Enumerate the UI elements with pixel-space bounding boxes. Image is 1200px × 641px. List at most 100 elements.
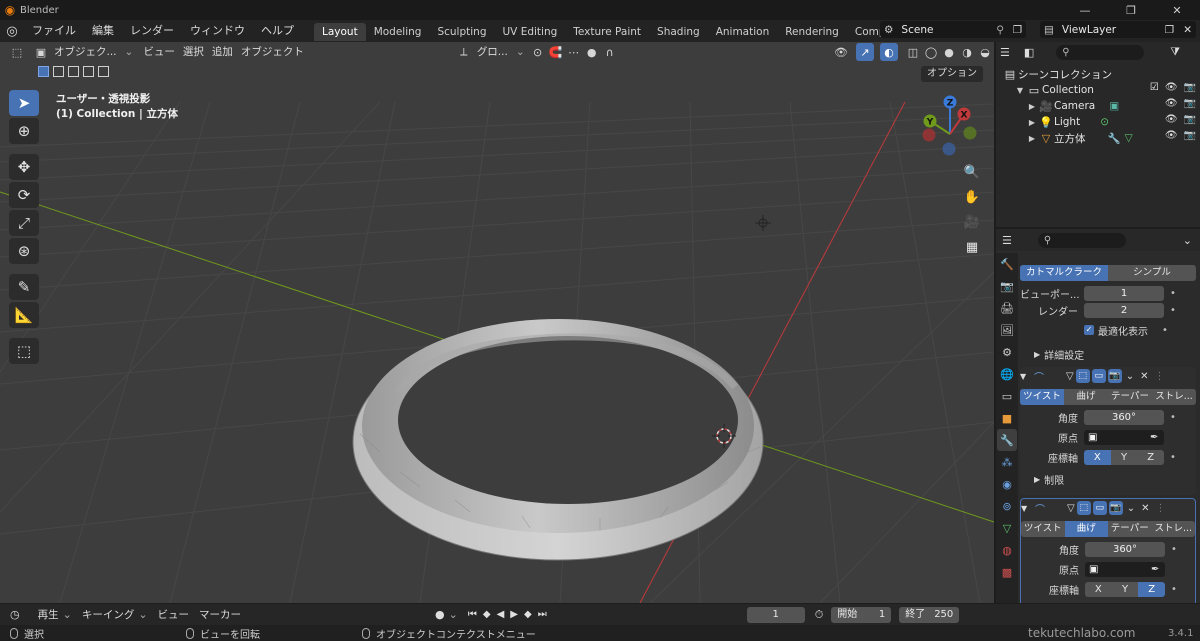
eye-icon[interactable]: 👁 [1165, 114, 1178, 125]
animate-dot-icon[interactable]: • [1170, 452, 1176, 463]
camera-render-icon[interactable]: 📷 [1184, 114, 1196, 125]
keying-menu[interactable]: キーイング [78, 606, 139, 624]
maximize-button[interactable]: ❐ [1108, 0, 1154, 20]
cursor-tool-icon[interactable]: ⊕ [9, 118, 39, 144]
twist-option[interactable]: ツイスト [1021, 521, 1065, 537]
animate-dot-icon[interactable]: • [1170, 305, 1176, 316]
play-reverse-icon[interactable]: ◀ [497, 609, 505, 620]
menu-file[interactable]: ファイル [24, 20, 84, 42]
data-tab-icon[interactable]: ▽ [997, 517, 1017, 539]
scale-tool-icon[interactable]: ⤢ [9, 210, 39, 236]
tab-rendering[interactable]: Rendering [777, 23, 847, 41]
deform-axis-toggle[interactable]: X Y Z [1084, 449, 1164, 465]
stopwatch-icon[interactable]: ⏱ [815, 608, 824, 622]
world-tab-icon[interactable]: 🌐 [997, 363, 1017, 385]
eye-icon[interactable]: 👁 [1165, 82, 1178, 93]
collapse-arrow-icon[interactable]: ▼ [1020, 372, 1034, 381]
transform-orientation-dropdown[interactable]: グロ... [473, 43, 512, 61]
shading-solid-icon[interactable]: ● [940, 43, 958, 61]
modifier-tab-icon[interactable]: 🔧 [997, 429, 1017, 451]
object-tab-icon[interactable]: ■ [997, 407, 1017, 429]
xray-toggle-icon[interactable]: ◫ [904, 43, 922, 61]
stretch-option[interactable]: ストレ... [1152, 521, 1196, 537]
minimize-button[interactable]: — [1062, 0, 1108, 20]
3d-viewport[interactable]: Z X Y ⬚ ▣ オブジェク... ⌄ ビュー 選択 追加 オブジェクト ⟂ … [0, 42, 994, 603]
camera-data-icon[interactable]: ▣ [1109, 100, 1119, 112]
axis-x-button[interactable]: X [1085, 581, 1112, 597]
menu-window[interactable]: ウィンドウ [182, 20, 253, 42]
eye-icon[interactable]: 👁 [1165, 130, 1178, 141]
drag-handle-icon[interactable]: ⋮ [1155, 503, 1165, 514]
eye-icon[interactable]: 👁 [1165, 98, 1178, 109]
deform-axis-toggle[interactable]: X Y Z [1085, 581, 1165, 597]
menu-object[interactable]: オブジェクト [237, 43, 308, 61]
output-tab-icon[interactable]: 🖨 [997, 297, 1017, 319]
animate-dot-icon[interactable]: • [1170, 412, 1176, 423]
blender-menu-icon[interactable]: ◎ [0, 20, 24, 42]
options-dropdown[interactable]: オプション [921, 66, 983, 82]
tab-animation[interactable]: Animation [708, 23, 778, 41]
tab-layout[interactable]: Layout [314, 23, 366, 41]
simple-option[interactable]: シンプル [1108, 265, 1196, 281]
camera-render-icon[interactable]: 📷 [1184, 98, 1196, 109]
menu-select[interactable]: 選択 [179, 43, 208, 61]
axis-y-button[interactable]: Y [1110, 449, 1138, 465]
shading-rendered-icon[interactable]: ◒ [976, 43, 994, 61]
expand-arrow-icon[interactable]: ▶ [1026, 134, 1038, 143]
move-tool-icon[interactable]: ✥ [9, 154, 39, 180]
outliner-editor-icon[interactable]: ☰ [1000, 46, 1010, 59]
outliner-item-cube[interactable]: ▶ ▽ 立方体 🔧 ▽ 👁 📷 [996, 130, 1200, 146]
timeline-editor-icon[interactable]: ◷ [10, 608, 20, 621]
jump-end-icon[interactable]: ⏭ [538, 609, 547, 620]
properties-search-input[interactable]: ⚲ [1037, 232, 1126, 248]
filter-icon[interactable]: ⧩ [1170, 45, 1180, 59]
tab-modeling[interactable]: Modeling [366, 23, 430, 41]
eyedropper-icon[interactable]: ✒ [1151, 564, 1159, 575]
properties-editor-icon[interactable]: ☰ [1002, 234, 1012, 247]
select-invert-icon[interactable] [83, 66, 94, 77]
render-display-icon[interactable]: 📷 [1107, 369, 1122, 383]
bend-option[interactable]: 曲げ [1064, 521, 1108, 537]
deform-mode-toggle[interactable]: ツイスト 曲げ テーパー ストレ... [1021, 521, 1195, 537]
rotate-tool-icon[interactable]: ⟳ [9, 182, 39, 208]
chevron-down-icon[interactable]: ⌄ [1126, 371, 1134, 382]
timeline-view-menu[interactable]: ビュー [154, 606, 194, 624]
axis-y-button[interactable]: Y [1111, 581, 1139, 597]
levels-viewport-field[interactable]: 1 [1084, 285, 1164, 301]
start-frame-field[interactable]: 開始 1 [831, 606, 892, 623]
mesh-data-icon[interactable]: ▽ [1125, 132, 1133, 144]
jump-start-icon[interactable]: ⏮ [468, 609, 477, 620]
shading-wireframe-icon[interactable]: ◯ [922, 43, 940, 61]
expand-arrow-icon[interactable]: ▶ [1026, 102, 1038, 111]
axis-x-button[interactable]: X [1084, 449, 1111, 465]
outliner-item-light[interactable]: ▶ 💡 Light ⊙ 👁 📷 [996, 114, 1200, 130]
material-tab-icon[interactable]: ◍ [997, 539, 1017, 561]
tab-texture-paint[interactable]: Texture Paint [565, 23, 649, 41]
render-display-icon[interactable]: 📷 [1108, 501, 1123, 515]
next-keyframe-icon[interactable]: ◆ [524, 609, 532, 620]
select-new-icon[interactable] [38, 66, 49, 77]
tab-sculpting[interactable]: Sculpting [429, 23, 494, 41]
camera-render-icon[interactable]: 📷 [1184, 82, 1196, 93]
texture-tab-icon[interactable]: ▩ [997, 561, 1017, 583]
modifier-wrench-icon[interactable]: 🔧 [1108, 132, 1121, 145]
camera-render-icon[interactable]: 📷 [1184, 130, 1196, 141]
on-cage-icon[interactable]: ⬚ [1075, 369, 1090, 383]
close-window-button[interactable]: ✕ [1154, 0, 1200, 20]
twist-option[interactable]: ツイスト [1020, 389, 1064, 405]
viewport-display-icon[interactable]: ▭ [1091, 369, 1106, 383]
menu-render[interactable]: レンダー [122, 20, 182, 42]
animate-dot-icon[interactable]: • [1171, 544, 1177, 555]
advanced-subpanel[interactable]: ▶ 詳細設定 [1020, 346, 1196, 362]
render-tab-icon[interactable]: 📷 [997, 275, 1017, 297]
annotate-tool-icon[interactable]: ✎ [9, 274, 39, 300]
editor-type-icon[interactable]: ⬚ [8, 43, 26, 61]
display-mode-icon[interactable]: ◧ [1024, 46, 1034, 59]
viewport-canvas[interactable]: Z X Y [0, 42, 994, 603]
play-icon[interactable]: ▶ [510, 609, 518, 620]
drag-handle-icon[interactable]: ⋮ [1154, 371, 1164, 382]
menu-add[interactable]: 追加 [208, 43, 237, 61]
remove-modifier-icon[interactable]: ✕ [1141, 503, 1149, 514]
proportional-edit-icon[interactable]: ● [583, 43, 601, 61]
checkbox-icon[interactable]: ☑ [1150, 82, 1159, 93]
